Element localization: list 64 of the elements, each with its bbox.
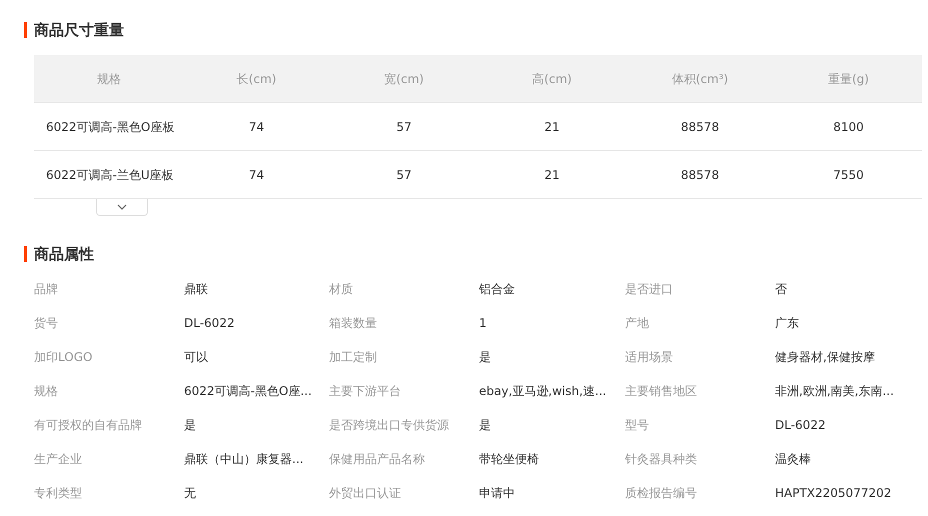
attribute-label: 针灸器具种类 [625,451,698,468]
table-cell: 21 [479,102,625,150]
table-cell: 57 [329,102,479,150]
table-cell: 8100 [775,102,922,150]
attribute-label: 质检报告编号 [625,485,698,502]
column-header: 重量(g) [775,55,922,102]
attribute-label: 货号 [34,315,59,332]
attribute-label: 产地 [625,315,650,332]
table-cell: 74 [184,150,329,198]
attribute-value: ebay,亚马逊,wish,速... [479,383,608,400]
attribute-label: 适用场景 [625,349,674,366]
attribute-label: 加印LOGO [34,349,94,366]
attribute-value: 广东 [775,315,800,332]
attribute-value: 带轮坐便椅 [479,451,540,468]
attribute-value: 是 [479,417,492,434]
attribute-value: HAPTX2205077202 [775,485,892,502]
table-cell: 74 [184,102,329,150]
attribute-value: 无 [184,485,197,502]
column-header: 高(cm) [479,55,625,102]
attribute-label: 有可授权的自有品牌 [34,417,143,434]
attribute-label: 材质 [329,281,354,298]
table-cell: 88578 [625,102,775,150]
attribute-value: 温灸棒 [775,451,812,468]
attribute-value: 6022可调高-黑色O座... [184,383,313,400]
attribute-label: 加工定制 [329,349,378,366]
attribute-value: 非洲,欧洲,南美,东南... [775,383,895,400]
attribute-label: 品牌 [34,281,59,298]
column-header: 长(cm) [184,55,329,102]
attribute-value: 健身器材,保健按摩 [775,349,876,366]
table-cell: 6022可调高-黑色O座板 [34,102,184,150]
column-header: 体积(cm³) [625,55,775,102]
table-cell: 21 [479,150,625,198]
column-header: 规格 [34,55,184,102]
section-title: 商品尺寸重量 [24,22,922,38]
attribute-label: 型号 [625,417,650,434]
attribute-value: 1 [479,315,488,332]
table-cell: 7550 [775,150,922,198]
column-header: 宽(cm) [329,55,479,102]
attribute-value: 鼎联 [184,281,209,298]
attribute-value: 申请中 [479,485,516,502]
attribute-label: 主要下游平台 [329,383,402,400]
attribute-label: 保健用品产品名称 [329,451,426,468]
attribute-label: 是否跨境出口专供货源 [329,417,450,434]
section-title: 商品属性 [24,246,922,262]
chevron-down-icon [116,202,128,212]
attribute-value: 是 [184,417,197,434]
attribute-label: 专利类型 [34,485,83,502]
attribute-label: 规格 [34,383,59,400]
attribute-value: 可以 [184,349,209,366]
attribute-label: 箱装数量 [329,315,378,332]
table-cell: 57 [329,150,479,198]
expand-button[interactable] [96,199,148,216]
attribute-value: 否 [775,281,788,298]
attribute-label: 主要销售地区 [625,383,698,400]
attribute-value: 是 [479,349,492,366]
attribute-label: 是否进口 [625,281,674,298]
attribute-label: 生产企业 [34,451,83,468]
table-cell: 6022可调高-兰色U座板 [34,150,184,198]
attribute-value: DL-6022 [184,315,236,332]
attribute-label: 外贸出口认证 [329,485,402,502]
attribute-value: 铝合金 [479,281,516,298]
attribute-value: DL-6022 [775,417,827,434]
table-cell: 88578 [625,150,775,198]
attribute-value: 鼎联（中山）康复器... [184,451,304,468]
